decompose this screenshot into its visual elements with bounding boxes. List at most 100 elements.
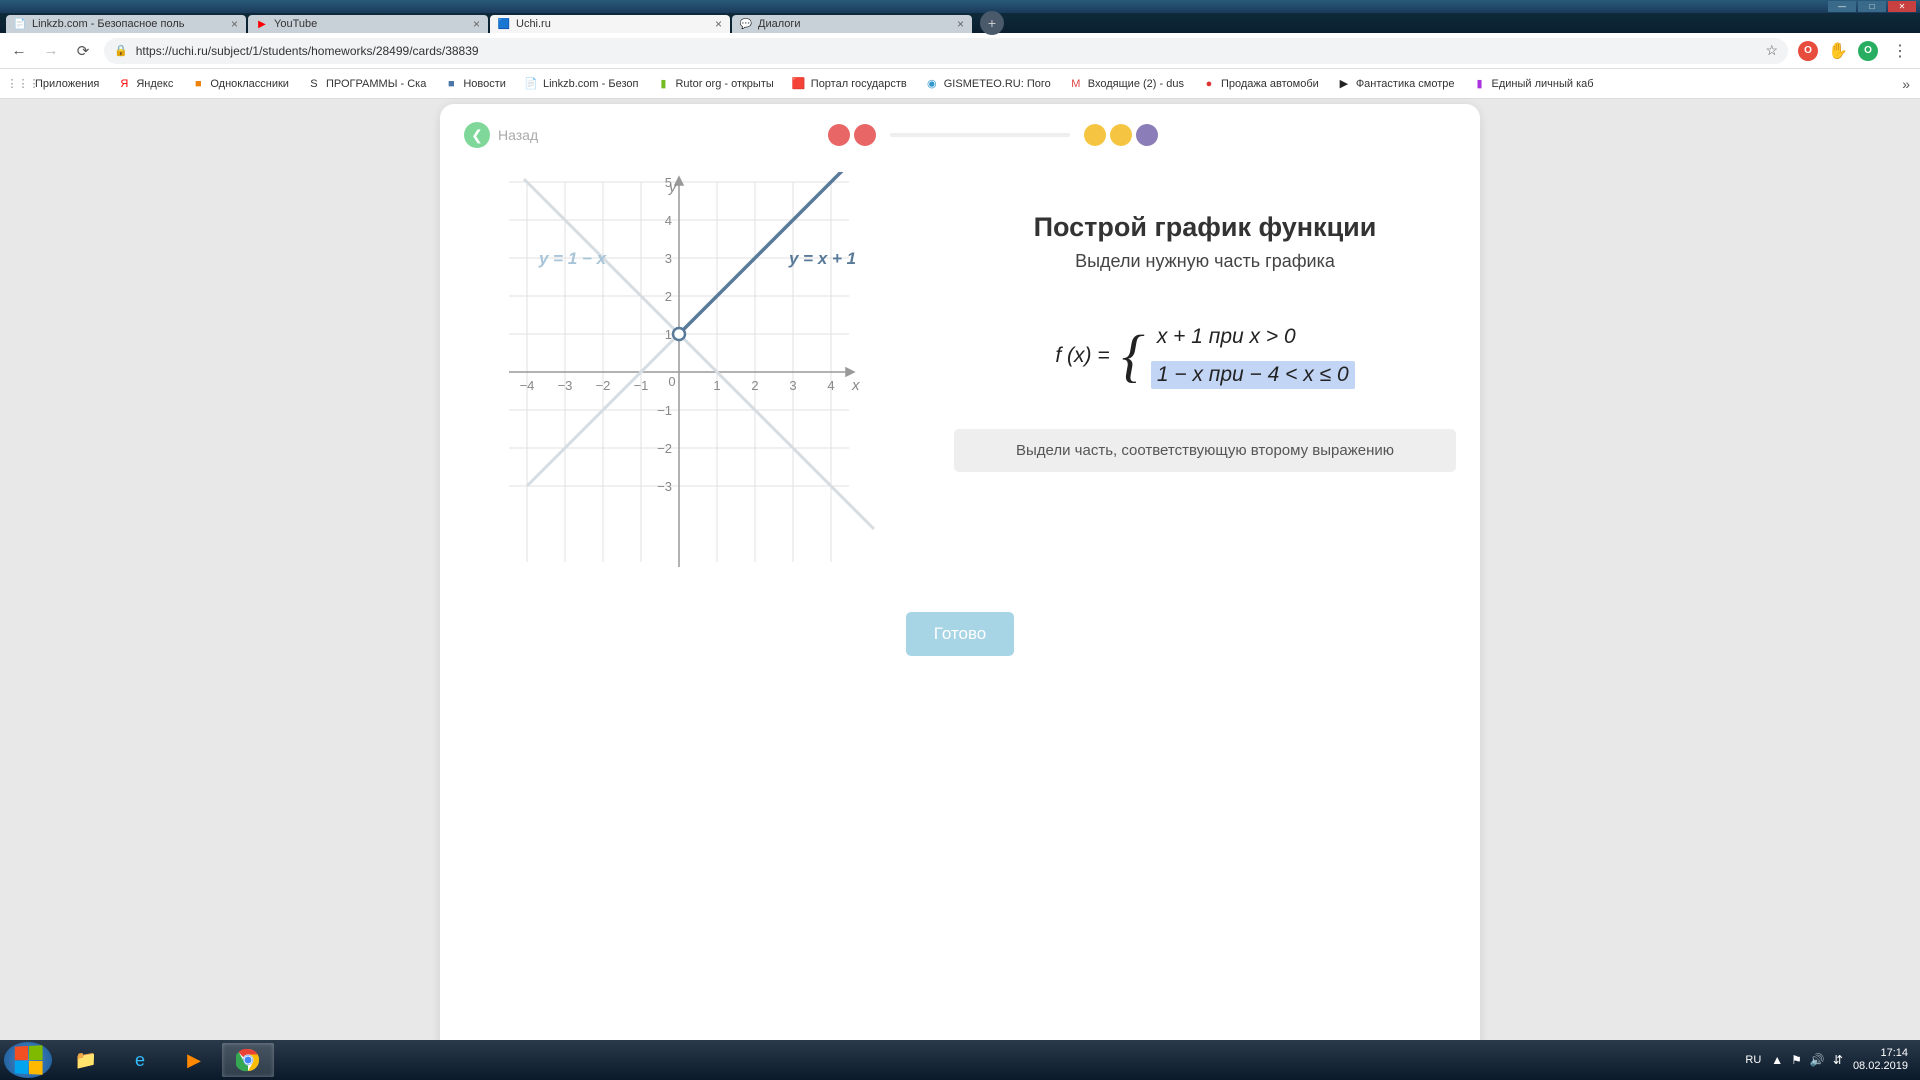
bookmark-icon: 🟥 [792, 77, 806, 91]
bookmark-item[interactable]: ▮ Rutor org - открыты [650, 74, 779, 94]
close-icon[interactable]: × [957, 17, 964, 31]
taskbar-explorer[interactable]: 📁 [60, 1043, 112, 1077]
back-button[interactable]: ← [8, 40, 30, 62]
bookmark-label: ПРОГРАММЫ - Ска [326, 78, 426, 90]
taskbar-chrome[interactable] [222, 1043, 274, 1077]
system-tray: RU ▲ ⚑ 🔊 ⇵ 17:14 08.02.2019 [1745, 1047, 1916, 1073]
bookmark-item[interactable]: ■Одноклассники [185, 74, 295, 94]
maximize-button[interactable]: □ [1858, 1, 1886, 12]
lesson-back-button[interactable]: ❮ Назад [464, 122, 538, 148]
progress-dots [828, 124, 1158, 146]
browser-menu[interactable]: ⋮ [1888, 41, 1912, 61]
svg-text:3: 3 [665, 251, 672, 266]
bookmark-item[interactable]: 🟥Портал государств [786, 74, 913, 94]
bookmark-label: Входящие (2) - dus [1088, 78, 1184, 90]
bookmark-label: GISMETEO.RU: Пого [944, 78, 1051, 90]
extension-opera[interactable]: O [1798, 41, 1818, 61]
start-button[interactable] [4, 1042, 52, 1078]
extension-human[interactable]: ✋ [1828, 41, 1848, 61]
lesson-body: y x y = 1 − x y = x + 1 −4−3 −2−1 01 23 … [464, 172, 1456, 582]
network-icon[interactable]: ⇵ [1833, 1053, 1843, 1067]
bookmark-icon: 📄 [524, 77, 538, 91]
bookmark-item[interactable]: 📄Linkzb.com - Безоп [518, 74, 645, 94]
folder-icon: 📁 [73, 1047, 99, 1073]
apps-label: Приложения [35, 78, 99, 90]
close-window-button[interactable]: ✕ [1888, 1, 1916, 12]
address-bar[interactable]: 🔒 https://uchi.ru/subject/1/students/hom… [104, 38, 1788, 64]
bookmark-star-icon[interactable]: ☆ [1765, 42, 1778, 59]
svg-text:y = x + 1: y = x + 1 [788, 249, 856, 268]
svg-text:2: 2 [665, 289, 672, 304]
bookmarks-bar: ⋮⋮⋮ Приложения ЯЯндекс ■Одноклассники SПРО… [0, 69, 1920, 99]
bookmark-label: Одноклассники [210, 78, 289, 90]
browser-toolbar: ← → ⟳ 🔒 https://uchi.ru/subject/1/studen… [0, 33, 1920, 69]
bookmark-icon: ▮ [1473, 77, 1487, 91]
svg-text:2: 2 [751, 378, 758, 393]
svg-text:−2: −2 [596, 378, 611, 393]
bookmark-item[interactable]: M Входящие (2) - dus [1063, 74, 1190, 94]
tab-dialogs[interactable]: 💬 Диалоги × [732, 15, 972, 33]
bookmark-label: Продажа автомоби [1221, 78, 1319, 90]
svg-text:y = 1 − x: y = 1 − x [538, 249, 608, 268]
reload-button[interactable]: ⟳ [72, 40, 94, 62]
minimize-button[interactable]: — [1828, 1, 1856, 12]
time-text: 17:14 [1853, 1047, 1908, 1060]
flag-icon[interactable]: ⚑ [1791, 1053, 1802, 1067]
tab-uchi[interactable]: 🟦 Uchi.ru × [490, 15, 730, 33]
bookmark-label: Яндекс [136, 78, 173, 90]
progress-dot [1110, 124, 1132, 146]
svg-text:x: x [851, 377, 860, 394]
bookmark-icon: M [1069, 77, 1083, 91]
forward-button[interactable]: → [40, 40, 62, 62]
bookmark-icon: ◉ [925, 77, 939, 91]
clock[interactable]: 17:14 08.02.2019 [1853, 1047, 1908, 1073]
tray-up-icon[interactable]: ▲ [1771, 1053, 1783, 1067]
vk-icon: 💬 [740, 18, 752, 30]
taskbar-ie[interactable]: e [114, 1043, 166, 1077]
extension-avatar[interactable]: O [1858, 41, 1878, 61]
bookmarks-overflow[interactable]: » [1902, 76, 1910, 92]
graph-svg: y x y = 1 − x y = x + 1 −4−3 −2−1 01 23 … [494, 172, 914, 582]
page-content: ❮ Назад [0, 99, 1920, 1067]
svg-text:1: 1 [665, 327, 672, 342]
piece-1[interactable]: x + 1 при x > 0 [1151, 323, 1355, 351]
bookmark-icon: ▮ [656, 77, 670, 91]
bookmark-label: Фантастика смотре [1356, 78, 1455, 90]
svg-text:3: 3 [789, 378, 796, 393]
close-icon[interactable]: × [473, 17, 480, 31]
bookmark-label: Rutor org - открыты [675, 78, 773, 90]
progress-dot [1136, 124, 1158, 146]
lesson-subtitle: Выдели нужную часть графика [954, 251, 1456, 272]
close-icon[interactable]: × [231, 17, 238, 31]
svg-text:−1: −1 [634, 378, 649, 393]
apps-button[interactable]: ⋮⋮⋮ Приложения [10, 74, 105, 94]
piece-2-highlighted[interactable]: 1 − x при − 4 < x ≤ 0 [1151, 361, 1355, 389]
back-label: Назад [498, 127, 538, 143]
new-tab-button[interactable]: + [980, 11, 1004, 35]
lesson-title: Построй график функции [954, 212, 1456, 243]
tab-linkzb[interactable]: 📄 Linkzb.com - Безопасное поль × [6, 15, 246, 33]
tab-title: Uchi.ru [516, 18, 709, 30]
bookmark-item[interactable]: ЯЯндекс [111, 74, 179, 94]
close-icon[interactable]: × [715, 17, 722, 31]
tab-youtube[interactable]: ▶ YouTube × [248, 15, 488, 33]
bookmark-item[interactable]: ▮Единый личный каб [1467, 74, 1600, 94]
svg-text:1: 1 [713, 378, 720, 393]
bookmark-icon: ▶ [1337, 77, 1351, 91]
line-y-1-minus-x[interactable] [524, 179, 874, 529]
svg-text:5: 5 [665, 175, 672, 190]
bookmark-item[interactable]: ▶ Фантастика смотре [1331, 74, 1461, 94]
bookmark-item[interactable]: ◉ GISMETEO.RU: Пого [919, 74, 1057, 94]
language-indicator[interactable]: RU [1745, 1054, 1761, 1066]
bookmark-item[interactable]: SПРОГРАММЫ - Ска [301, 74, 432, 94]
bookmark-item[interactable]: ●Продажа автомоби [1196, 74, 1325, 94]
function-graph[interactable]: y x y = 1 − x y = x + 1 −4−3 −2−1 01 23 … [494, 172, 914, 582]
bookmark-item[interactable]: ■Новости [438, 74, 512, 94]
card-header: ❮ Назад [464, 120, 1456, 150]
taskbar-media[interactable]: ▶ [168, 1043, 220, 1077]
done-button[interactable]: Готово [906, 612, 1015, 656]
lesson-card: ❮ Назад [440, 104, 1480, 1067]
apps-icon: ⋮⋮⋮ [16, 77, 30, 91]
sound-icon[interactable]: 🔊 [1810, 1053, 1825, 1067]
svg-text:4: 4 [827, 378, 834, 393]
